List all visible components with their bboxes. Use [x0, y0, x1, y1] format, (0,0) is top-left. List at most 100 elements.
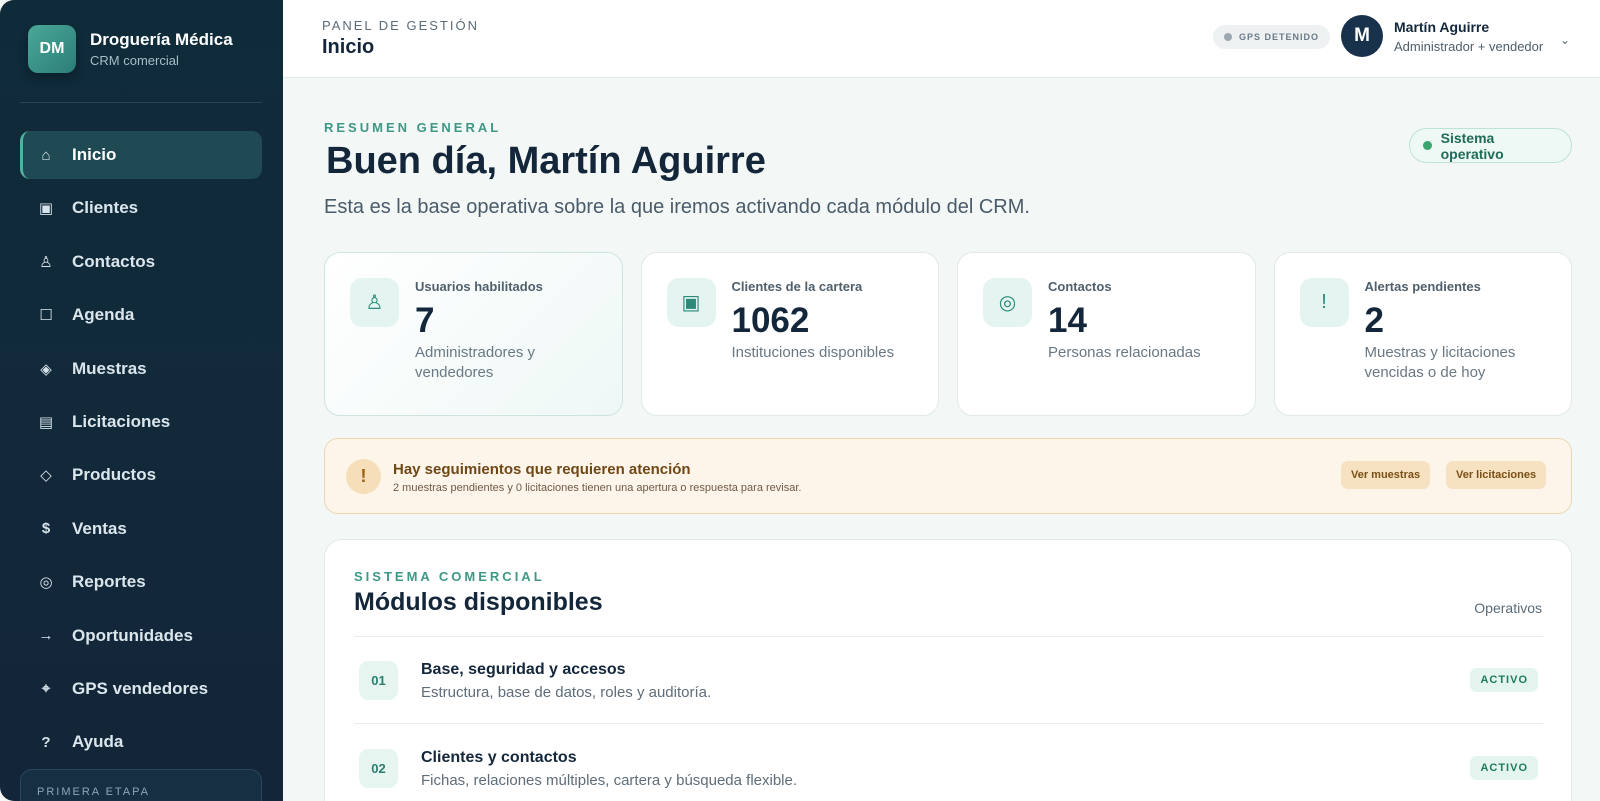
user-role: Administrador + vendedor: [1394, 39, 1544, 54]
location-icon: ⌖: [41, 680, 51, 698]
sidebar-item-productos[interactable]: ◇ Productos: [20, 451, 262, 499]
sidebar-item-inicio[interactable]: ⌂ Inicio: [20, 131, 262, 179]
stat-label: Alertas pendientes: [1364, 279, 1481, 294]
brand-name: Droguería Médica: [90, 30, 233, 49]
stat-description: Administradores y vendedores: [415, 344, 536, 381]
avatar[interactable]: M: [1341, 15, 1383, 57]
sidebar-item-label: Muestras: [72, 358, 147, 378]
gps-status-label: GPS DETENIDO: [1239, 32, 1320, 42]
sidebar-item-label: Ventas: [72, 518, 127, 538]
warning-icon: !: [346, 459, 381, 494]
sidebar-item-label: Licitaciones: [72, 411, 171, 431]
sidebar-item-label: Productos: [72, 465, 157, 485]
modules-title: Módulos disponibles: [354, 588, 603, 616]
person-icon: ♙: [39, 253, 53, 271]
breadcrumb: PANEL DE GESTIÓN: [322, 18, 479, 33]
tag-icon: ◇: [40, 467, 52, 485]
top-header: PANEL DE GESTIÓN Inicio GPS DETENIDO M M…: [283, 0, 1600, 78]
user-name: Martín Aguirre: [1394, 19, 1490, 35]
system-status-badge: Sistema operativo: [1409, 128, 1572, 163]
stat-description: Muestras y licitaciones vencidas o de ho…: [1364, 344, 1516, 381]
sidebar-item-label: Agenda: [72, 305, 135, 325]
sidebar-item-ayuda[interactable]: ? Ayuda: [20, 718, 262, 766]
dollar-icon: $: [41, 520, 51, 538]
sidebar: DM Droguería Médica CRM comercial ⌂ Inic…: [0, 0, 283, 801]
stat-card-alertas[interactable]: ! Alertas pendientes 2 Muestras y licita…: [1273, 252, 1572, 416]
brand[interactable]: DM Droguería Médica CRM comercial: [28, 25, 233, 73]
stat-value: 2: [1364, 301, 1384, 340]
module-name: Clientes y contactos: [421, 749, 577, 766]
sidebar-item-oportunidades[interactable]: → Oportunidades: [20, 612, 262, 660]
modules-panel: SISTEMA COMERCIAL Módulos disponibles Op…: [324, 539, 1572, 801]
alert-icon: !: [1299, 278, 1349, 327]
stat-card-clientes[interactable]: ▣ Clientes de la cartera 1062 Institucio…: [640, 252, 939, 416]
person-icon: ♙: [350, 278, 399, 327]
alert-text: 2 muestras pendientes y 0 licitaciones t…: [393, 482, 802, 494]
system-status-label: Sistema operativo: [1440, 129, 1504, 162]
ver-muestras-button[interactable]: Ver muestras: [1341, 461, 1431, 489]
help-icon: ?: [41, 733, 51, 751]
brand-logo: DM: [28, 25, 76, 73]
stat-value: 1062: [731, 301, 810, 340]
document-icon: ▤: [38, 413, 54, 431]
status-badge: ACTIVO: [1470, 756, 1538, 780]
user-menu[interactable]: Martín Aguirre Administrador + vendedor: [1394, 19, 1543, 54]
calendar-icon: ☐: [39, 307, 53, 325]
sidebar-item-contactos[interactable]: ♙ Contactos: [20, 238, 262, 286]
stat-value: 7: [415, 301, 435, 340]
chevron-down-icon[interactable]: ⌄: [1560, 33, 1570, 47]
followup-alert: ! Hay seguimientos que requieren atenció…: [324, 438, 1572, 514]
sidebar-nav: ⌂ Inicio ▣ Clientes ♙ Contactos ☐ Agenda…: [20, 131, 262, 772]
module-row[interactable]: 02 Clientes y contactos Fichas, relacion…: [354, 725, 1543, 801]
sidebar-item-label: Oportunidades: [72, 625, 193, 645]
status-dot-icon: [1224, 33, 1232, 41]
sidebar-item-label: Inicio: [72, 145, 117, 164]
sidebar-item-clientes[interactable]: ▣ Clientes: [20, 184, 262, 232]
sidebar-item-reportes[interactable]: ◎ Reportes: [20, 558, 262, 606]
gps-status-badge[interactable]: GPS DETENIDO: [1213, 25, 1331, 49]
module-description: Estructura, base de datos, roles y audit…: [421, 684, 712, 701]
status-badge: ACTIVO: [1470, 668, 1538, 692]
sidebar-divider: [20, 102, 262, 103]
module-row[interactable]: 01 Base, seguridad y accesos Estructura,…: [354, 637, 1543, 724]
arrow-right-icon: →: [38, 627, 54, 645]
module-name: Base, seguridad y accesos: [421, 661, 626, 678]
greeting-subtitle: Esta es la base operativa sobre la que i…: [324, 196, 1030, 218]
stat-label: Contactos: [1048, 279, 1112, 294]
stat-description: Instituciones disponibles: [731, 344, 895, 361]
sidebar-item-agenda[interactable]: ☐ Agenda: [20, 291, 262, 339]
page-title: Inicio: [322, 36, 375, 58]
building-icon: ▣: [38, 200, 54, 218]
stat-value: 14: [1048, 301, 1087, 340]
sidebar-item-ventas[interactable]: $ Ventas: [20, 505, 262, 553]
alert-title: Hay seguimientos que requieren atención: [393, 461, 691, 478]
diamond-icon: ◈: [40, 360, 52, 378]
stat-card-contactos[interactable]: ◎ Contactos 14 Personas relacionadas: [957, 252, 1256, 416]
stat-label: Clientes de la cartera: [731, 279, 863, 294]
modules-count-label: Operativos: [1474, 600, 1542, 616]
module-description: Fichas, relaciones múltiples, cartera y …: [421, 772, 798, 789]
greeting-heading: Buen día, Martín Aguirre: [326, 140, 766, 182]
sidebar-item-gps-vendedores[interactable]: ⌖ GPS vendedores: [20, 665, 262, 713]
modules-eyebrow: SISTEMA COMERCIAL: [354, 569, 545, 584]
sidebar-item-licitaciones[interactable]: ▤ Licitaciones: [20, 398, 262, 446]
target-icon: ◎: [983, 278, 1032, 327]
status-dot-icon: [1423, 141, 1432, 150]
sidebar-item-label: Ayuda: [72, 732, 124, 752]
module-number: 01: [359, 661, 398, 700]
module-number: 02: [359, 749, 398, 788]
stat-card-usuarios[interactable]: ♙ Usuarios habilitados 7 Administradores…: [324, 252, 623, 416]
stage-label: PRIMERA ETAPA: [37, 786, 151, 798]
sidebar-item-label: Reportes: [72, 572, 146, 592]
stat-label: Usuarios habilitados: [415, 279, 543, 294]
stage-card: PRIMERA ETAPA: [20, 769, 262, 801]
chart-icon: ◎: [39, 574, 53, 592]
stats-row: ♙ Usuarios habilitados 7 Administradores…: [324, 252, 1572, 416]
brand-subtitle: CRM comercial: [90, 53, 179, 68]
section-eyebrow: RESUMEN GENERAL: [324, 120, 502, 135]
sidebar-item-label: Clientes: [72, 198, 139, 218]
ver-licitaciones-button[interactable]: Ver licitaciones: [1446, 461, 1547, 489]
stat-description: Personas relacionadas: [1048, 344, 1201, 361]
sidebar-item-muestras[interactable]: ◈ Muestras: [20, 345, 262, 393]
sidebar-item-label: GPS vendedores: [72, 678, 209, 698]
